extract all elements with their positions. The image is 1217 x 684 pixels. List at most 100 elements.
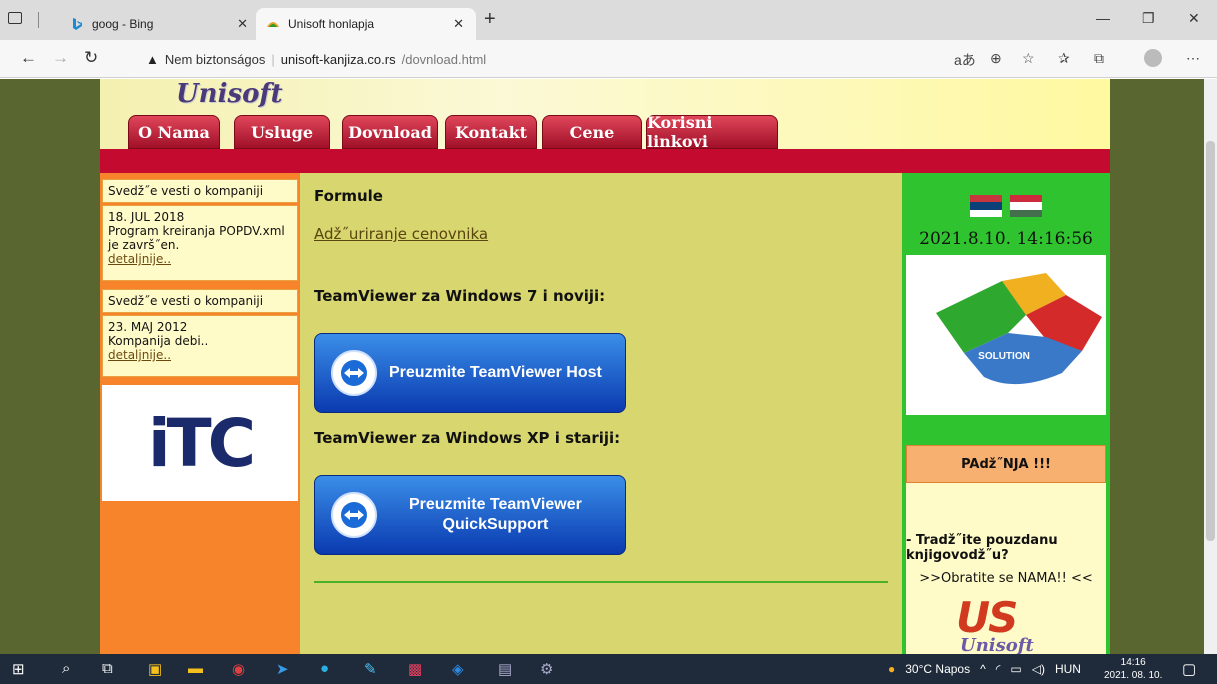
teamviewer-quicksupport-button[interactable]: Preuzmite TeamViewer QuickSupport — [314, 475, 626, 555]
news-text: Kompanija debi.. — [108, 334, 209, 348]
app-gear-icon[interactable]: ⚙ — [540, 660, 553, 678]
edge-icon[interactable]: ● — [320, 660, 329, 677]
read-aloud-icon[interactable]: aあ — [954, 50, 976, 70]
unisoft-favicon-icon — [266, 17, 280, 31]
new-tab-button[interactable]: + — [484, 8, 496, 31]
forward-icon[interactable]: → — [52, 48, 69, 68]
weather-text[interactable]: 30°C Napos — [905, 662, 970, 676]
teamviewer-host-button[interactable]: Preuzmite TeamViewer Host — [314, 333, 626, 413]
divider: | — [271, 51, 275, 67]
close-tab-icon[interactable]: ✕ — [237, 16, 248, 32]
restore-icon[interactable]: ❐ — [1142, 10, 1155, 27]
scrollbar[interactable] — [1204, 79, 1217, 654]
app-paint-icon[interactable]: ✎ — [364, 660, 377, 678]
datetime-display: 2021.8.10. 14:16:56 — [919, 229, 1093, 249]
news-date: 23. MAJ 2012 — [108, 320, 188, 334]
url-domain: unisoft-kanjiza.co.rs — [280, 51, 396, 67]
news-item: 23. MAJ 2012 Kompanija debi.. detaljnije… — [102, 315, 298, 377]
nav-dovnload[interactable]: Dovnload — [342, 115, 438, 149]
minimize-icon[interactable]: — — [1096, 10, 1110, 26]
page-viewport: Unisoft O Nama Usluge Dovnload Kontakt C… — [0, 79, 1204, 654]
site-container: Unisoft O Nama Usluge Dovnload Kontakt C… — [100, 79, 1110, 654]
system-tray: ● 30°C Napos ^ ◜ ▭ ◁) HUN — [888, 662, 1081, 676]
solution-text: SOLUTION — [978, 351, 1030, 362]
divider — [314, 581, 888, 583]
bing-icon — [70, 17, 84, 31]
time: 14:16 — [1120, 657, 1146, 668]
itc-logo[interactable]: iTC — [102, 385, 298, 501]
profile-avatar[interactable] — [1144, 49, 1162, 67]
file-explorer-icon[interactable]: ▬ — [188, 660, 203, 677]
formule-heading: Formule — [314, 187, 383, 205]
update-pricelist-link[interactable]: Adž˝uriranje cenovnika — [314, 225, 488, 243]
news-details-link[interactable]: detaljnije.. — [108, 348, 171, 362]
store-icon[interactable]: ▣ — [148, 660, 162, 678]
button-label: Preuzmite TeamViewer Host — [389, 364, 602, 381]
tv-win7-heading: TeamViewer za Windows 7 i noviji: — [314, 287, 606, 305]
left-sidebar: Svedž˝e vesti o kompaniji 18. JUL 2018 P… — [100, 173, 300, 654]
serbian-flag-icon[interactable] — [970, 195, 1002, 217]
tray-expand-icon[interactable]: ^ — [980, 662, 986, 676]
close-tab-icon[interactable]: ✕ — [453, 16, 464, 32]
news-header: Svedž˝e vesti o kompaniji — [102, 179, 298, 203]
app-red-icon[interactable]: ◉ — [232, 660, 245, 678]
teamviewer-icon — [331, 350, 377, 396]
tab-unisoft[interactable]: Unisoft honlapja ✕ — [256, 8, 476, 40]
nav-korisni-linkovi[interactable]: Korisni linkovi — [646, 113, 778, 151]
refresh-icon[interactable]: ↻ — [84, 48, 98, 68]
collections-icon[interactable]: ⧉ — [1094, 50, 1104, 67]
unisoft-logo[interactable]: Unisoft — [176, 79, 283, 109]
volume-icon[interactable]: ◁) — [1032, 662, 1045, 676]
network-icon[interactable]: ◜ — [996, 662, 1001, 676]
right-sidebar: 2021.8.10. 14:16:56 SOLUTION PAdž˝NJA !!… — [902, 173, 1110, 654]
zoom-icon[interactable]: ⊕ — [990, 50, 1002, 67]
news-date: 18. JUL 2018 — [108, 210, 185, 224]
favorites-icon[interactable]: ✰ — [1058, 50, 1070, 67]
nav-onama[interactable]: O Nama — [128, 115, 220, 149]
taskbar: ⊞ ⌕ ⧉ ▣ ▬ ◉ ➤ ● ✎ ▩ ◈ ▤ ⚙ ● 30°C Napos ^… — [0, 654, 1217, 684]
teamviewer-taskbar-icon[interactable]: ◈ — [452, 660, 464, 678]
language-indicator[interactable]: HUN — [1055, 662, 1081, 676]
search-icon[interactable]: ⌕ — [62, 660, 70, 677]
tab-actions-icon[interactable] — [8, 12, 22, 24]
back-icon[interactable]: ← — [20, 48, 37, 68]
puzzle-image: SOLUTION — [906, 255, 1106, 415]
app-doc-icon[interactable]: ▤ — [498, 660, 512, 678]
teamviewer-icon — [331, 492, 377, 538]
hungarian-flag-icon[interactable] — [1010, 195, 1042, 217]
button-label-line2: QuickSupport — [442, 516, 549, 533]
task-view-icon[interactable]: ⧉ — [102, 660, 113, 677]
button-label-line1: Preuzmite TeamViewer — [409, 496, 582, 513]
tab-title: Unisoft honlapja — [288, 17, 375, 31]
unisoft-small-logo: Unisoft — [960, 635, 1034, 654]
warning-icon: ▲ — [146, 51, 159, 67]
itc-logo-text: iTC — [147, 404, 256, 482]
address-bar: ← → ↻ ▲ Nem biztonságos | unisoft-kanjiz… — [0, 40, 1217, 78]
divider — [38, 12, 39, 28]
app-pink-icon[interactable]: ▩ — [408, 660, 422, 678]
battery-icon[interactable]: ▭ — [1010, 662, 1021, 676]
tab-title: goog - Bing — [92, 17, 154, 31]
red-bar — [100, 149, 1110, 173]
date: 2021. 08. 10. — [1104, 670, 1163, 681]
app-arrow-icon[interactable]: ➤ — [276, 660, 289, 678]
taskbar-clock[interactable]: 14:16 2021. 08. 10. — [1104, 656, 1162, 682]
nav-cene[interactable]: Cene — [542, 115, 642, 149]
news-item: 18. JUL 2018 Program kreiranja POPDV.xml… — [102, 205, 298, 281]
url-path: /dovnload.html — [401, 51, 487, 67]
nav-usluge[interactable]: Usluge — [234, 115, 330, 149]
news-header: Svedž˝e vesti o kompaniji — [102, 289, 298, 313]
close-window-icon[interactable]: ✕ — [1188, 10, 1200, 27]
tab-bing[interactable]: goog - Bing ✕ — [60, 8, 260, 40]
favorite-add-icon[interactable]: ☆ — [1022, 50, 1035, 67]
url-field[interactable]: ▲ Nem biztonságos | unisoft-kanjiza.co.r… — [146, 48, 486, 70]
main-content: Formule Adž˝uriranje cenovnika TeamViewe… — [300, 173, 902, 654]
notifications-icon[interactable]: ▢ — [1182, 660, 1196, 678]
more-menu-icon[interactable]: ⋯ — [1186, 50, 1200, 67]
windows-start-icon[interactable]: ⊞ — [12, 660, 25, 678]
scrollbar-thumb[interactable] — [1206, 141, 1215, 541]
news-details-link[interactable]: detaljnije.. — [108, 252, 171, 266]
tab-strip: goog - Bing ✕ Unisoft honlapja ✕ + — ❐ ✕ — [0, 0, 1217, 40]
nav-kontakt[interactable]: Kontakt — [445, 115, 537, 149]
contact-us-link[interactable]: >>Obratite se NAMA!! << — [906, 571, 1106, 586]
